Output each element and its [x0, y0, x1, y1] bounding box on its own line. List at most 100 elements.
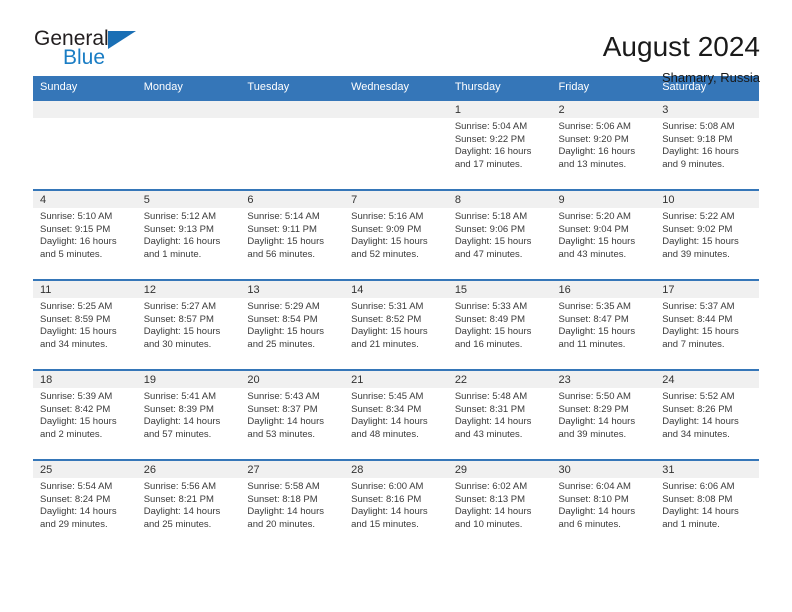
calendar-day-cell[interactable]: 12 Sunrise: 5:27 AM Sunset: 8:57 PM Dayligh…	[136, 279, 241, 370]
calendar-day-cell[interactable]: 3 Sunrise: 5:08 AM Sunset: 9:18 PM Daylight…	[655, 99, 759, 190]
calendar-day-cell[interactable]: 26 Sunrise: 5:56 AM Sunset: 8:21 PM Dayligh…	[136, 459, 241, 550]
sunrise-text: Sunrise: 5:43 AM	[247, 391, 320, 402]
calendar-day-cell[interactable]: 15 Sunrise: 5:33 AM Sunset: 8:49 PM Dayligh…	[447, 279, 552, 370]
daylight-text-line2: and 53 minutes.	[247, 428, 316, 440]
daylight-text-line2: and 20 minutes.	[247, 518, 316, 530]
sunrise-text: Sunrise: 5:35 AM	[558, 301, 631, 312]
logo-triangle-icon	[108, 31, 136, 49]
day-number: 21	[344, 371, 448, 388]
calendar-day-cell[interactable]: 7 Sunrise: 5:16 AM Sunset: 9:09 PM Daylight…	[344, 189, 448, 280]
daylight-text-line2: and 47 minutes.	[454, 248, 523, 260]
calendar-day-cell[interactable]	[136, 99, 241, 190]
daylight-text-line2: and 21 minutes.	[351, 338, 419, 350]
calendar-day-cell[interactable]: 8 Sunrise: 5:18 AM Sunset: 9:06 PM Daylight…	[447, 189, 552, 280]
calendar-day-cell[interactable]	[33, 99, 137, 190]
day-number	[344, 101, 448, 118]
daylight-text-line2: and 16 minutes.	[454, 338, 523, 350]
sunrise-text: Sunrise: 5:04 AM	[454, 121, 528, 132]
calendar-day-cell[interactable]: 21 Sunrise: 5:45 AM Sunset: 8:34 PM Dayligh…	[344, 369, 448, 460]
day-number: 17	[655, 281, 759, 298]
daylight-text-line1: Daylight: 16 hours	[558, 146, 636, 158]
day-number: 27	[240, 461, 345, 478]
sunset-text: Sunset: 9:13 PM	[143, 223, 214, 235]
calendar-day-cell[interactable]	[344, 99, 448, 190]
sunrise-text: Sunrise: 5:08 AM	[662, 121, 735, 132]
daylight-text-line2: and 29 minutes.	[40, 518, 108, 530]
day-number: 13	[240, 281, 345, 298]
daylight-text-line1: Daylight: 15 hours	[454, 236, 532, 248]
daylight-text-line2: and 10 minutes.	[454, 518, 523, 530]
day-number	[33, 101, 137, 118]
calendar-day-cell[interactable]: 20 Sunrise: 5:43 AM Sunset: 8:37 PM Dayligh…	[240, 369, 345, 460]
sunset-text: Sunset: 8:34 PM	[351, 403, 422, 415]
calendar-day-cell[interactable]: 28 Sunrise: 6:00 AM Sunset: 8:16 PM Dayligh…	[344, 459, 448, 550]
daylight-text-line2: and 13 minutes.	[558, 158, 627, 170]
calendar-day-cell[interactable]: 14 Sunrise: 5:31 AM Sunset: 8:52 PM Dayligh…	[344, 279, 448, 370]
day-number: 14	[344, 281, 448, 298]
daylight-text-line2: and 30 minutes.	[143, 338, 212, 350]
calendar-body: 1 Sunrise: 5:04 AM Sunset: 9:22 PM Daylight…	[33, 99, 759, 550]
daylight-text-line1: Daylight: 15 hours	[558, 326, 636, 338]
calendar-day-cell[interactable]: 1 Sunrise: 5:04 AM Sunset: 9:22 PM Daylight…	[447, 99, 552, 190]
sunset-text: Sunset: 8:57 PM	[143, 313, 214, 325]
day-number: 25	[33, 461, 137, 478]
sunrise-text: Sunrise: 5:41 AM	[143, 391, 217, 402]
daylight-text-line1: Daylight: 16 hours	[143, 236, 221, 248]
daylight-text-line1: Daylight: 16 hours	[40, 236, 117, 248]
calendar-week-row: 1 Sunrise: 5:04 AM Sunset: 9:22 PM Daylight…	[33, 99, 759, 190]
calendar-day-cell[interactable]: 24 Sunrise: 5:52 AM Sunset: 8:26 PM Dayligh…	[655, 369, 759, 460]
sunset-text: Sunset: 9:09 PM	[351, 223, 422, 235]
daylight-text-line1: Daylight: 14 hours	[351, 506, 428, 518]
calendar-day-cell[interactable]: 6 Sunrise: 5:14 AM Sunset: 9:11 PM Daylight…	[240, 189, 345, 280]
calendar-day-cell[interactable]: 10 Sunrise: 5:22 AM Sunset: 9:02 PM Dayligh…	[655, 189, 759, 280]
calendar-day-cell[interactable]: 19 Sunrise: 5:41 AM Sunset: 8:39 PM Dayligh…	[136, 369, 241, 460]
calendar-day-cell[interactable]	[240, 99, 345, 190]
sunset-text: Sunset: 8:44 PM	[662, 313, 733, 325]
sunset-text: Sunset: 8:18 PM	[247, 493, 318, 505]
day-number: 8	[447, 191, 552, 208]
calendar-day-cell[interactable]: 4 Sunrise: 5:10 AM Sunset: 9:15 PM Daylight…	[33, 189, 137, 280]
calendar-day-cell[interactable]: 31 Sunrise: 6:06 AM Sunset: 8:08 PM Dayligh…	[655, 459, 759, 550]
sunrise-text: Sunrise: 5:52 AM	[662, 391, 735, 402]
sunset-text: Sunset: 9:11 PM	[247, 223, 317, 235]
sunset-text: Sunset: 9:18 PM	[662, 133, 733, 145]
sunset-text: Sunset: 8:29 PM	[558, 403, 629, 415]
general-blue-logo[interactable]: General Blue	[34, 28, 154, 76]
calendar-day-cell[interactable]: 27 Sunrise: 5:58 AM Sunset: 8:18 PM Dayligh…	[240, 459, 345, 550]
calendar-day-cell[interactable]: 9 Sunrise: 5:20 AM Sunset: 9:04 PM Daylight…	[551, 189, 656, 280]
day-number: 15	[447, 281, 552, 298]
calendar-day-cell[interactable]: 17 Sunrise: 5:37 AM Sunset: 8:44 PM Dayligh…	[655, 279, 759, 370]
calendar-day-cell[interactable]: 23 Sunrise: 5:50 AM Sunset: 8:29 PM Dayligh…	[551, 369, 656, 460]
daylight-text-line2: and 52 minutes.	[351, 248, 419, 260]
calendar-day-cell[interactable]: 25 Sunrise: 5:54 AM Sunset: 8:24 PM Dayligh…	[33, 459, 137, 550]
sunset-text: Sunset: 8:10 PM	[558, 493, 629, 505]
daylight-text-line2: and 39 minutes.	[662, 248, 730, 260]
daylight-text-line2: and 43 minutes.	[454, 428, 523, 440]
calendar-day-cell[interactable]: 5 Sunrise: 5:12 AM Sunset: 9:13 PM Daylight…	[136, 189, 241, 280]
sunset-text: Sunset: 9:15 PM	[40, 223, 111, 235]
daylight-text-line2: and 6 minutes.	[558, 518, 621, 530]
calendar-day-cell[interactable]: 16 Sunrise: 5:35 AM Sunset: 8:47 PM Dayligh…	[551, 279, 656, 370]
sunrise-text: Sunrise: 5:50 AM	[558, 391, 631, 402]
sunrise-text: Sunrise: 6:06 AM	[662, 481, 735, 492]
daylight-text-line2: and 1 minute.	[143, 248, 202, 260]
daylight-text-line2: and 34 minutes.	[40, 338, 108, 350]
calendar-day-cell[interactable]: 2 Sunrise: 5:06 AM Sunset: 9:20 PM Daylight…	[551, 99, 656, 190]
daylight-text-line1: Daylight: 14 hours	[247, 506, 324, 518]
calendar-day-cell[interactable]: 18 Sunrise: 5:39 AM Sunset: 8:42 PM Dayligh…	[33, 369, 137, 460]
calendar-day-cell[interactable]: 30 Sunrise: 6:04 AM Sunset: 8:10 PM Dayligh…	[551, 459, 656, 550]
calendar-day-cell[interactable]: 11 Sunrise: 5:25 AM Sunset: 8:59 PM Dayligh…	[33, 279, 137, 370]
daylight-text-line1: Daylight: 14 hours	[558, 416, 636, 428]
weekday-header-sunday: Sunday	[33, 76, 137, 100]
daylight-text-line1: Daylight: 14 hours	[247, 416, 324, 428]
sunrise-text: Sunrise: 5:14 AM	[247, 211, 320, 222]
daylight-text-line1: Daylight: 14 hours	[662, 416, 739, 428]
sunset-text: Sunset: 8:59 PM	[40, 313, 111, 325]
day-number: 16	[551, 281, 656, 298]
calendar-day-cell[interactable]: 22 Sunrise: 5:48 AM Sunset: 8:31 PM Dayligh…	[447, 369, 552, 460]
calendar-table: Sunday Monday Tuesday Wednesday Thursday…	[33, 76, 759, 550]
day-number: 22	[447, 371, 552, 388]
calendar-day-cell[interactable]: 13 Sunrise: 5:29 AM Sunset: 8:54 PM Dayligh…	[240, 279, 345, 370]
calendar-day-cell[interactable]: 29 Sunrise: 6:02 AM Sunset: 8:13 PM Dayligh…	[447, 459, 552, 550]
sunrise-text: Sunrise: 5:06 AM	[558, 121, 631, 132]
